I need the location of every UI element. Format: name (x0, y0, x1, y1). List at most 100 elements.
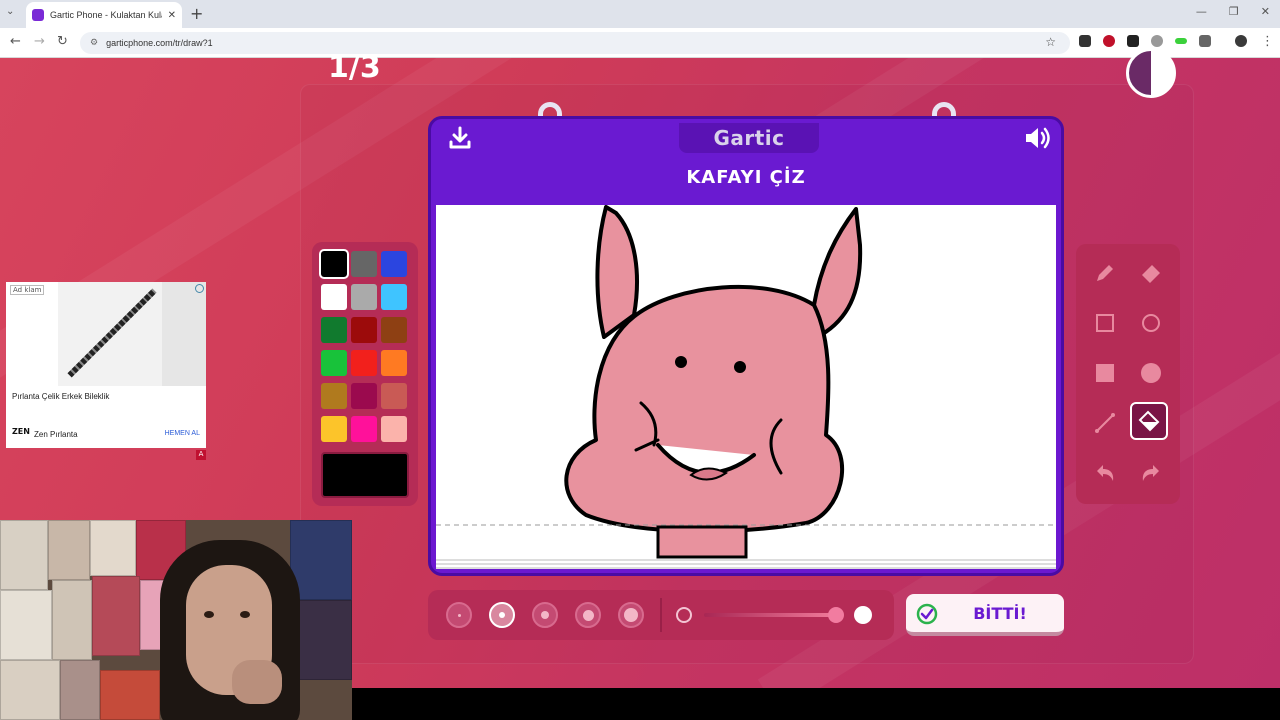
color-swatch[interactable] (351, 350, 377, 376)
color-palette (312, 242, 418, 506)
ellipse-outline-tool[interactable] (1132, 304, 1170, 342)
color-swatch[interactable] (321, 284, 347, 310)
brush-size-4[interactable] (575, 602, 601, 628)
wall-poster (0, 520, 48, 590)
size-dot-icon (541, 611, 549, 619)
rect-fill-icon (1096, 364, 1114, 382)
brush-size-1[interactable] (446, 602, 472, 628)
ad-product-image[interactable] (58, 282, 162, 386)
browser-tab[interactable]: Gartic Phone - Kulaktan Kulağa ✕ (26, 2, 182, 28)
reload-icon[interactable]: ↻ (57, 34, 68, 49)
sound-icon[interactable] (1023, 125, 1051, 151)
ellipse-fill-tool[interactable] (1132, 354, 1170, 392)
color-swatch[interactable] (351, 251, 377, 277)
tab-list-chevron-icon[interactable]: ⌄ (6, 6, 14, 17)
color-swatch[interactable] (381, 317, 407, 343)
brush-settings-bar (428, 590, 894, 640)
color-swatch[interactable] (381, 284, 407, 310)
fill-bucket-icon (1138, 410, 1160, 432)
color-swatch[interactable] (321, 416, 347, 442)
browser-navbar: ← → ↻ ⚙ garticphone.com/tr/draw?1 ☆ ⋮ (0, 28, 1280, 58)
download-icon[interactable] (447, 125, 473, 151)
ad-info-icon[interactable] (195, 284, 204, 293)
extension-icon[interactable] (1103, 35, 1115, 47)
extensions-puzzle-icon[interactable] (1199, 35, 1211, 47)
done-button[interactable]: BİTTİ! (906, 594, 1064, 636)
brush-size-5[interactable] (618, 602, 644, 628)
webcam-person-hand (232, 660, 282, 704)
redo-tool[interactable] (1132, 454, 1170, 492)
color-swatch[interactable] (381, 251, 407, 277)
tool-panel (1076, 244, 1180, 504)
gartic-logo: Gartic (713, 126, 785, 150)
extension-icon[interactable] (1127, 35, 1139, 47)
bookmark-star-icon[interactable]: ☆ (1045, 35, 1056, 49)
size-dot-icon (499, 612, 505, 618)
right-ear (812, 207, 863, 337)
ad-cta-link[interactable]: HEMEN AL (165, 430, 200, 437)
drawing-canvas[interactable] (436, 205, 1056, 560)
wall-poster (48, 520, 90, 580)
line-tool[interactable] (1086, 404, 1124, 442)
opacity-slider-handle[interactable] (828, 607, 844, 623)
size-dot-icon (457, 613, 461, 617)
close-window-icon[interactable]: ✕ (1261, 5, 1270, 18)
right-eye (734, 361, 746, 373)
color-swatch[interactable] (351, 383, 377, 409)
wall-poster (290, 520, 352, 600)
new-tab-icon[interactable]: + (190, 4, 203, 23)
wall-poster (52, 580, 92, 660)
browser-tabbar: ⌄ Gartic Phone - Kulaktan Kulağa ✕ + — ❐… (0, 0, 1280, 28)
eye (204, 611, 214, 618)
tab-close-icon[interactable]: ✕ (168, 10, 176, 21)
circle-fill-icon (1141, 363, 1161, 383)
ad-title[interactable]: Pırlanta Çelik Erkek Bileklik (12, 392, 109, 401)
color-swatch[interactable] (321, 317, 347, 343)
profile-avatar[interactable] (1235, 35, 1247, 47)
circle-outline-icon (1142, 314, 1160, 332)
rectangle-outline-tool[interactable] (1086, 304, 1124, 342)
fill-bucket-tool[interactable] (1130, 402, 1168, 440)
redo-icon (1142, 465, 1159, 481)
minimize-icon[interactable]: — (1196, 5, 1207, 18)
left-eye (675, 356, 687, 368)
forward-icon[interactable]: → (34, 34, 45, 49)
color-swatch[interactable] (351, 317, 377, 343)
drawing-prompt: KAFAYI ÇİZ (686, 167, 806, 188)
eraser-icon (1142, 265, 1160, 283)
current-color-preview (321, 452, 409, 498)
color-swatch[interactable] (321, 350, 347, 376)
wall-poster (60, 660, 100, 720)
undo-tool[interactable] (1086, 454, 1124, 492)
divider (660, 598, 662, 632)
check-badge-icon (916, 603, 938, 625)
color-swatch[interactable] (381, 383, 407, 409)
pencil-tool[interactable] (1086, 254, 1124, 292)
extension-icon[interactable] (1079, 35, 1091, 47)
address-bar[interactable]: ⚙ garticphone.com/tr/draw?1 ☆ (80, 32, 1070, 54)
color-swatch[interactable] (319, 249, 349, 279)
ad-brand: Zen Pırlanta (34, 430, 78, 439)
rectangle-fill-tool[interactable] (1086, 354, 1124, 392)
site-info-icon[interactable]: ⚙ (90, 38, 98, 48)
back-icon[interactable]: ← (10, 34, 21, 49)
brush-size-2[interactable] (489, 602, 515, 628)
menu-kebab-icon[interactable]: ⋮ (1261, 34, 1274, 49)
bottom-black-strip (352, 688, 1280, 720)
extension-icon[interactable] (1175, 38, 1187, 44)
size-dot-icon (624, 608, 638, 622)
brush-size-3[interactable] (532, 602, 558, 628)
color-swatch[interactable] (381, 416, 407, 442)
restore-icon[interactable]: ❐ (1229, 5, 1239, 18)
color-swatch[interactable] (321, 383, 347, 409)
color-swatch[interactable] (381, 350, 407, 376)
color-swatch[interactable] (351, 284, 377, 310)
opacity-slider[interactable] (704, 613, 834, 617)
eraser-tool[interactable] (1132, 254, 1170, 292)
extension-icon[interactable] (1151, 35, 1163, 47)
tab-title: Gartic Phone - Kulaktan Kulağa (50, 10, 162, 20)
color-swatch[interactable] (351, 416, 377, 442)
bracelet-image (67, 288, 157, 378)
board-header: Gartic KAFAYI ÇİZ (431, 119, 1061, 205)
advertisement[interactable]: Ad klam Pırlanta Çelik Erkek Bileklik ZE… (6, 282, 206, 460)
